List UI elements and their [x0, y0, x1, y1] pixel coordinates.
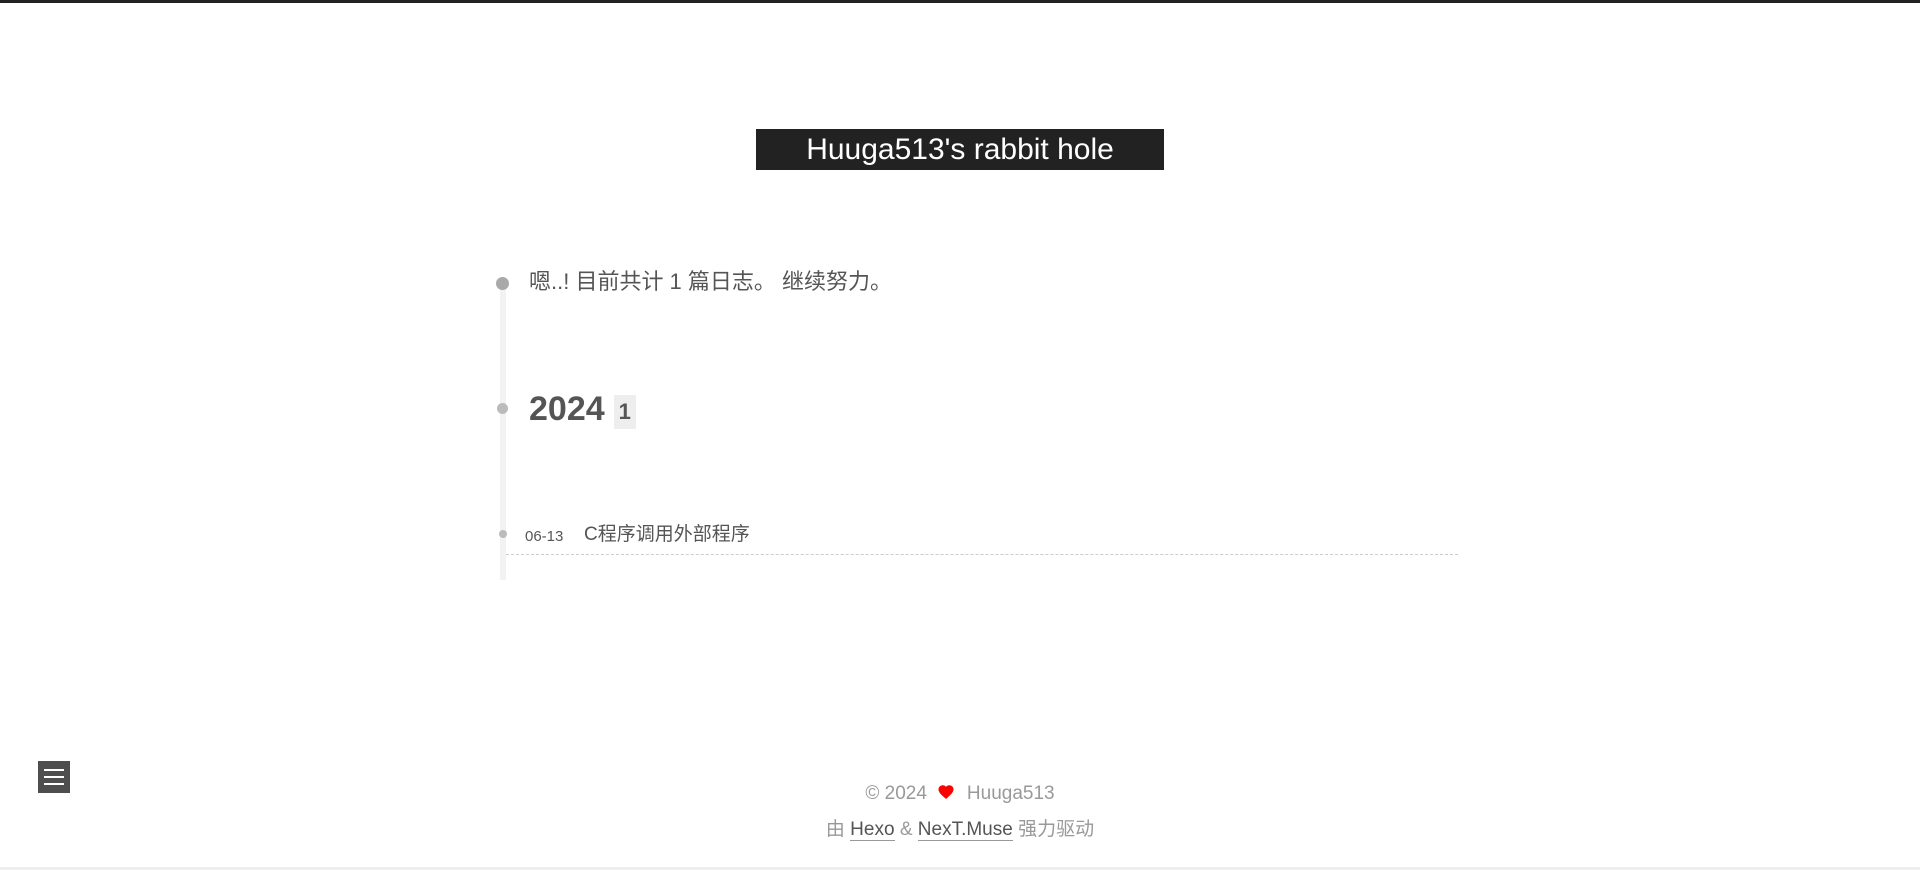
footer-copyright-line: © 2024 Huuga513: [0, 776, 1920, 812]
powered-prefix: 由: [825, 819, 845, 840]
timeline-dot-summary: [496, 277, 509, 290]
theme-link[interactable]: NexT.Muse: [917, 819, 1013, 841]
hexo-link[interactable]: Hexo: [850, 819, 895, 841]
footer-author: Huuga513: [966, 783, 1055, 804]
post-item: 06-13 C程序调用外部程序: [506, 522, 1458, 555]
footer: © 2024 Huuga513 由 Hexo & NexT.Muse 强力驱动: [0, 776, 1920, 848]
heart-icon: [938, 785, 954, 799]
footer-powered-line: 由 Hexo & NexT.Muse 强力驱动: [0, 812, 1920, 848]
year-header: 2024 1: [529, 389, 636, 429]
top-border: [0, 0, 1920, 3]
powered-suffix: 强力驱动: [1018, 819, 1095, 840]
menu-icon-bar: [44, 769, 64, 771]
copyright-text: © 2024: [865, 783, 927, 804]
site-title[interactable]: Huuga513's rabbit hole: [806, 129, 1114, 170]
year-label: 2024: [529, 390, 605, 428]
post-date: 06-13: [525, 528, 564, 545]
amp-text: &: [899, 819, 913, 840]
timeline-dot-year: [497, 403, 508, 414]
site-brand[interactable]: Huuga513's rabbit hole: [756, 129, 1164, 170]
year-post-count: 1: [613, 395, 636, 429]
post-title-link[interactable]: C程序调用外部程序: [584, 522, 750, 548]
archive-summary: 嗯..! 目前共计 1 篇日志。 继续努力。: [529, 269, 893, 294]
